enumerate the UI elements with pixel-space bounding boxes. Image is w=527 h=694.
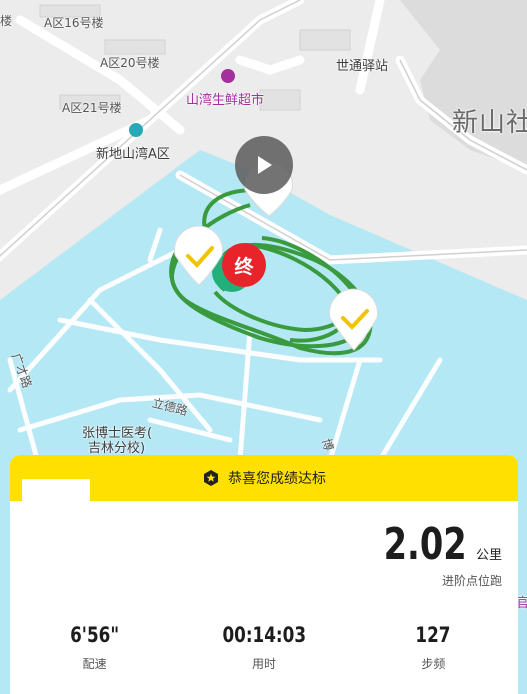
stat-value: 127 [415, 623, 451, 647]
stat-pace: 6'56" 配速 [10, 623, 179, 672]
map-label-edge: 楼 [0, 14, 13, 28]
play-button[interactable] [235, 136, 293, 194]
map-label-building16: A区16号楼 [44, 16, 104, 30]
map-label-clinic-2[interactable]: 吉林分校) [88, 437, 145, 456]
stat-label: 配速 [82, 657, 107, 671]
banner-text: 恭喜您成绩达标 [228, 471, 326, 487]
stat-label: 步频 [421, 657, 446, 671]
card-tab [22, 479, 90, 503]
distance-unit: 公里 [475, 548, 502, 563]
stat-duration: 00:14:03 用时 [179, 623, 348, 672]
distance-block: 2.02 公里 进阶点位跑 [369, 519, 502, 589]
stat-cadence: 127 步频 [349, 623, 518, 672]
shop-icon [221, 69, 235, 83]
play-icon [258, 156, 272, 174]
home-icon [129, 123, 143, 137]
map-label-building21: A区21号楼 [62, 101, 122, 115]
map-label-xindi[interactable]: 新地山湾A区 [96, 143, 170, 162]
map-label-station[interactable]: 世通驿站 [336, 55, 388, 74]
result-card: 恭喜您成绩达标 2.02 公里 进阶点位跑 6'56" 配速 00:14:03 … [10, 455, 518, 694]
stat-value: 6'56" [70, 623, 120, 647]
end-marker-label: 终 [234, 255, 254, 278]
distance-value: 2.02 [383, 519, 467, 570]
map-label-building20: A区20号楼 [100, 56, 160, 70]
run-type-label: 进阶点位跑 [441, 574, 502, 588]
map-label-supermarket[interactable]: 山湾生鲜超市 [186, 89, 264, 108]
stat-value: 00:14:03 [222, 623, 306, 647]
stats-row: 6'56" 配速 00:14:03 用时 127 步频 [10, 623, 518, 672]
map-label-community: 新山社 [452, 108, 527, 138]
star-badge-icon [204, 470, 218, 486]
stat-label: 用时 [251, 657, 276, 671]
